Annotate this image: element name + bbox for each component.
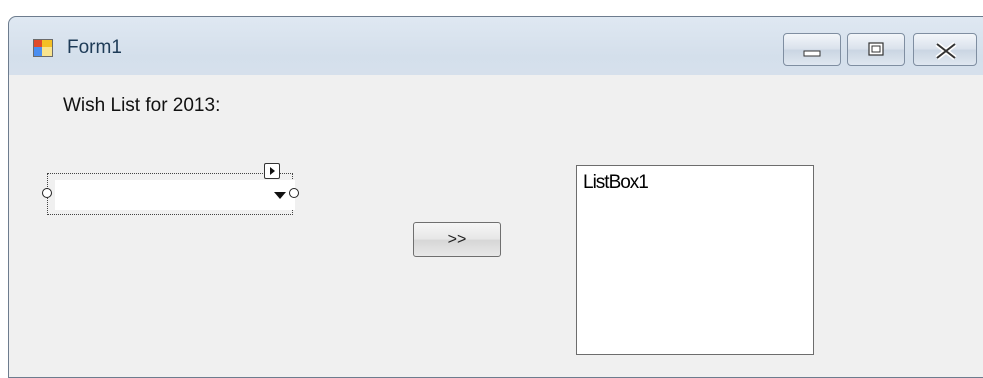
resize-handle-left[interactable] — [42, 188, 52, 198]
add-to-list-button[interactable]: >> — [413, 222, 501, 257]
window-title: Form1 — [67, 37, 122, 58]
smart-tag-button[interactable] — [264, 163, 280, 179]
close-icon — [935, 42, 957, 60]
minimize-button[interactable] — [783, 33, 841, 66]
app-form-icon — [33, 39, 53, 57]
resize-handle-right[interactable] — [289, 188, 299, 198]
form-client-area: Wish List for 2013: >> ListBox1 — [9, 75, 983, 377]
maximize-button[interactable] — [847, 33, 905, 66]
maximize-icon — [868, 42, 884, 56]
minimize-icon — [803, 50, 821, 57]
smart-tag-arrow-icon — [270, 167, 275, 175]
dropdown-arrow-icon[interactable] — [273, 190, 287, 200]
form-window: Form1 Wish List for 2013: >> ListBox1 — [8, 16, 983, 378]
close-button[interactable] — [913, 33, 977, 66]
listbox-placeholder-label: ListBox1 — [583, 172, 649, 193]
wish-combobox[interactable] — [55, 180, 295, 210]
wish-listbox[interactable]: ListBox1 — [576, 165, 814, 355]
title-bar[interactable]: Form1 — [9, 17, 983, 83]
wish-list-label: Wish List for 2013: — [63, 95, 221, 116]
